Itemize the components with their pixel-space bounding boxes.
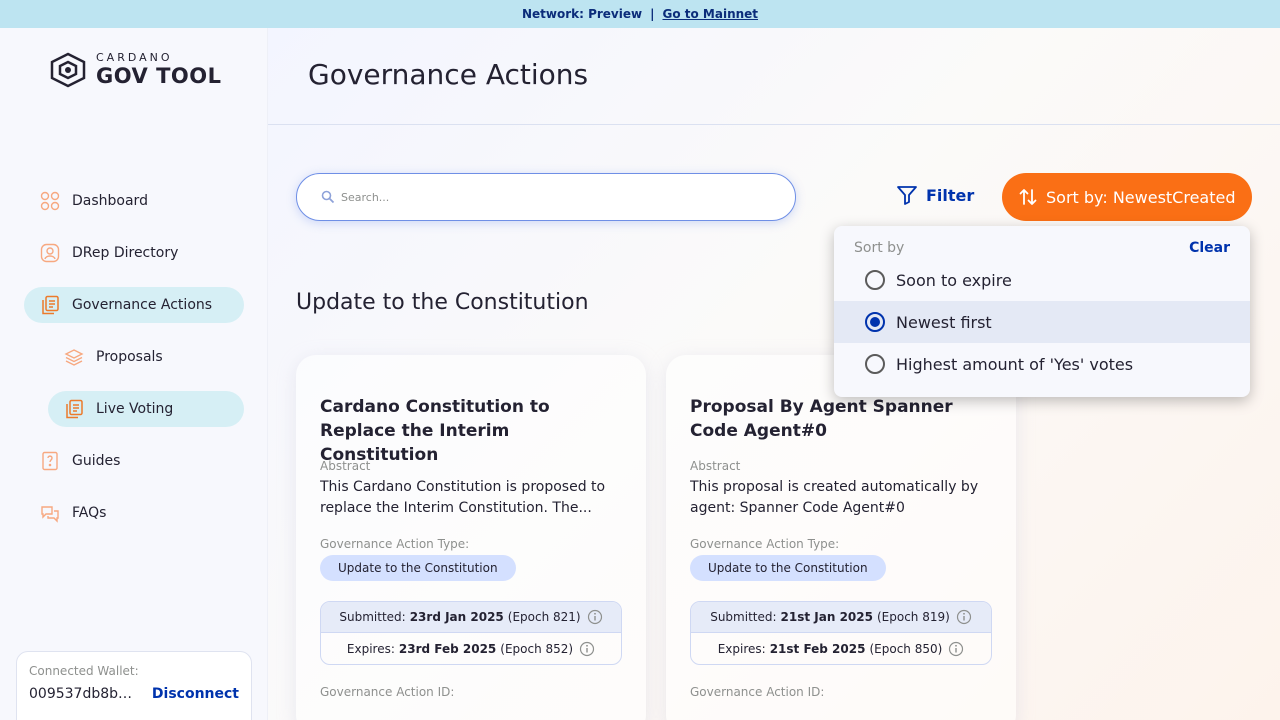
- sidebar-item-label: Live Voting: [96, 401, 174, 417]
- sidebar-item-label: Governance Actions: [72, 297, 213, 313]
- abstract-text: This proposal is created automatically b…: [690, 479, 979, 516]
- logo[interactable]: CARDANO GOV TOOL: [48, 52, 222, 88]
- sidebar-item-drep-directory[interactable]: DRep Directory: [24, 235, 244, 271]
- logo-big-text: GOV TOOL: [96, 64, 222, 88]
- submitted-row: Submitted: 21st Jan 2025 (Epoch 819): [691, 602, 991, 633]
- abstract-label: Abstract: [690, 459, 741, 473]
- network-label: Network: Preview: [521, 7, 643, 21]
- expires-epoch: (Epoch 852): [500, 641, 574, 656]
- search-bar[interactable]: [296, 173, 796, 221]
- guides-icon: [40, 451, 60, 471]
- sort-option-label: Soon to expire: [896, 270, 1012, 290]
- expires-prefix: Expires:: [717, 641, 766, 656]
- submitted-epoch: (Epoch 821): [507, 610, 581, 624]
- filter-button[interactable]: Filter: [896, 184, 974, 206]
- connected-wallet-panel: Connected Wallet: 009537db8bb... Disconn…: [16, 651, 252, 720]
- action-type-label: Governance Action Type:: [320, 537, 470, 551]
- sort-button[interactable]: Sort by: NewestCreated: [1002, 173, 1252, 221]
- radio-checked-icon[interactable]: [864, 311, 886, 333]
- action-type-label: Governance Action Type:: [690, 537, 840, 551]
- radio-unchecked-icon[interactable]: [864, 353, 886, 375]
- wallet-address: 009537db8bb...: [29, 686, 137, 702]
- sidebar-item-label: DRep Directory: [72, 245, 179, 261]
- radio-unchecked-icon[interactable]: [864, 269, 886, 291]
- dates-box: Submitted: 21st Jan 2025 (Epoch 819) Exp…: [690, 601, 992, 665]
- sidebar-item-label: Dashboard: [72, 193, 148, 209]
- sidebar-item-label: FAQs: [72, 505, 107, 521]
- expires-date: 23rd Feb 2025: [398, 641, 497, 656]
- action-type-pill: Update to the Constitution: [320, 555, 516, 581]
- submitted-epoch: (Epoch 819): [876, 610, 950, 624]
- action-id-label: Governance Action ID:: [320, 685, 455, 699]
- search-icon: [321, 190, 335, 204]
- page-header: Governance Actions: [268, 28, 1280, 125]
- live-voting-icon: [64, 399, 84, 419]
- governance-actions-icon: [40, 295, 60, 315]
- card-title: Proposal By Agent Spanner Code Agent#0: [690, 397, 953, 441]
- cardano-logo-icon: [50, 52, 86, 88]
- sidebar: CARDANO GOV TOOL Dashboard DRep Director…: [0, 28, 268, 720]
- drep-directory-icon: [40, 243, 60, 263]
- expires-prefix: Expires:: [346, 641, 395, 656]
- info-icon[interactable]: [956, 609, 972, 625]
- sidebar-item-dashboard[interactable]: Dashboard: [24, 183, 244, 219]
- sort-label: Sort by: NewestCreated: [1046, 187, 1236, 207]
- expires-row: Expires: 23rd Feb 2025 (Epoch 852): [321, 633, 621, 664]
- info-icon[interactable]: [948, 641, 964, 657]
- dashboard-icon: [40, 191, 60, 211]
- abstract-text: This Cardano Constitution is proposed to…: [320, 479, 606, 516]
- proposals-icon: [64, 347, 84, 367]
- logo-small-text: CARDANO: [96, 51, 173, 64]
- network-banner: Network: Preview | Go to Mainnet: [0, 0, 1280, 28]
- search-input[interactable]: [341, 190, 761, 204]
- clear-sort-button[interactable]: Clear: [1189, 240, 1230, 256]
- expires-epoch: (Epoch 850): [869, 641, 943, 656]
- submitted-date: 23rd Jan 2025: [409, 610, 504, 624]
- card-title: Cardano Constitution to Replace the Inte…: [320, 397, 550, 465]
- expires-row: Expires: 21st Feb 2025 (Epoch 850): [691, 633, 991, 664]
- filter-label: Filter: [926, 185, 975, 205]
- dates-box: Submitted: 23rd Jan 2025 (Epoch 821) Exp…: [320, 601, 622, 665]
- sort-option-soon-to-expire[interactable]: Soon to expire: [834, 259, 1250, 301]
- sort-option-newest-first[interactable]: Newest first: [834, 301, 1250, 343]
- submitted-date: 21st Jan 2025: [780, 610, 873, 624]
- sidebar-item-label: Guides: [72, 453, 121, 469]
- sidebar-item-proposals[interactable]: Proposals: [48, 339, 244, 375]
- sidebar-item-label: Proposals: [96, 349, 163, 365]
- disconnect-button[interactable]: Disconnect: [152, 686, 239, 702]
- sort-option-label: Highest amount of 'Yes' votes: [896, 354, 1134, 374]
- sort-arrows-icon: [1019, 189, 1037, 205]
- submitted-prefix: Submitted:: [710, 610, 777, 624]
- expires-date: 21st Feb 2025: [769, 641, 866, 656]
- sidebar-item-governance-actions[interactable]: Governance Actions: [24, 287, 244, 323]
- filter-icon: [897, 186, 917, 205]
- submitted-prefix: Submitted:: [339, 610, 406, 624]
- abstract-label: Abstract: [320, 459, 371, 473]
- sidebar-item-live-voting[interactable]: Live Voting: [48, 391, 244, 427]
- faqs-icon: [40, 503, 60, 523]
- sort-option-label: Newest first: [896, 312, 992, 332]
- banner-separator: |: [650, 7, 655, 21]
- governance-action-card[interactable]: Cardano Constitution to Replace the Inte…: [296, 355, 646, 720]
- wallet-label: Connected Wallet:: [29, 664, 139, 678]
- section-title: Update to the Constitution: [296, 290, 589, 315]
- action-id-label: Governance Action ID:: [690, 685, 825, 699]
- sort-option-highest-yes-votes[interactable]: Highest amount of 'Yes' votes: [834, 343, 1250, 385]
- action-type-pill: Update to the Constitution: [690, 555, 886, 581]
- sort-dropdown-title: Sort by: [854, 240, 905, 256]
- go-to-mainnet-link[interactable]: Go to Mainnet: [662, 7, 758, 21]
- governance-action-card[interactable]: Proposal By Agent Spanner Code Agent#0 A…: [666, 355, 1016, 720]
- sidebar-item-guides[interactable]: Guides: [24, 443, 244, 479]
- info-icon[interactable]: [579, 641, 595, 657]
- page-title: Governance Actions: [308, 58, 589, 91]
- info-icon[interactable]: [587, 609, 603, 625]
- sidebar-item-faqs[interactable]: FAQs: [24, 495, 244, 531]
- sort-dropdown: Sort by Clear Soon to expire Newest firs…: [834, 226, 1250, 397]
- submitted-row: Submitted: 23rd Jan 2025 (Epoch 821): [321, 602, 621, 633]
